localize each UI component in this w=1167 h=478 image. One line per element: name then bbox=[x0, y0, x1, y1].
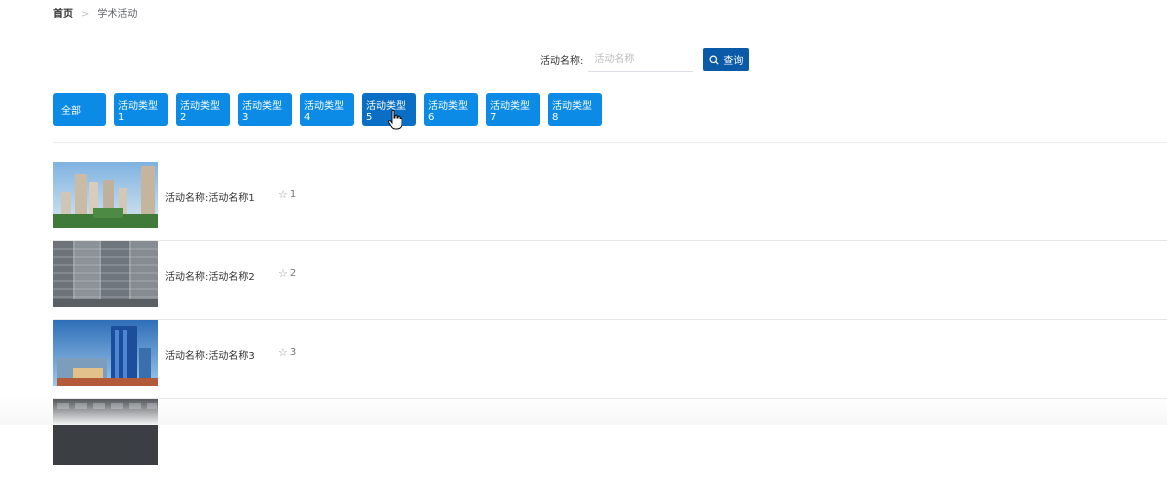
activity-thumbnail[interactable] bbox=[53, 241, 158, 307]
tab-label: 活动类型2 bbox=[180, 100, 220, 123]
activity-type-tabs: 全部 活动类型1 活动类型2 活动类型3 活动类型4 活动类型5 活动类型6 活… bbox=[53, 93, 602, 126]
breadcrumb-separator: > bbox=[81, 9, 90, 20]
search-icon bbox=[709, 55, 719, 65]
favorite-count[interactable]: ☆ 2 bbox=[278, 267, 296, 280]
tab-label: 全部 bbox=[61, 106, 81, 117]
favorite-count[interactable]: ☆ 1 bbox=[278, 188, 296, 201]
list-item[interactable] bbox=[53, 399, 1167, 478]
tab-label: 活动类型6 bbox=[428, 100, 468, 123]
hand-pointer-icon bbox=[388, 110, 402, 130]
activity-name[interactable]: 活动名称:活动名称1 bbox=[165, 189, 270, 204]
activity-thumbnail[interactable] bbox=[53, 399, 158, 465]
tab-label: 活动类型7 bbox=[490, 100, 530, 123]
tab-type-2[interactable]: 活动类型2 bbox=[176, 93, 230, 126]
breadcrumb-home[interactable]: 首页 bbox=[53, 8, 73, 22]
favorite-count-value: 2 bbox=[289, 268, 297, 279]
activity-name[interactable]: 活动名称:活动名称2 bbox=[165, 268, 270, 283]
search-input[interactable] bbox=[588, 47, 694, 72]
favorite-count-value: 3 bbox=[289, 347, 297, 358]
breadcrumb-current: 学术活动 bbox=[97, 9, 138, 20]
list-item[interactable]: 活动名称:活动名称1 ☆ 1 bbox=[53, 162, 1167, 241]
list-item[interactable]: 活动名称:活动名称2 ☆ 2 bbox=[53, 241, 1167, 320]
tab-type-1[interactable]: 活动类型1 bbox=[114, 93, 168, 126]
activity-name[interactable]: 活动名称:活动名称3 bbox=[165, 347, 270, 362]
favorite-count-value: 1 bbox=[289, 189, 297, 200]
activity-thumbnail[interactable] bbox=[53, 320, 158, 386]
tab-label: 活动类型3 bbox=[242, 100, 282, 123]
star-outline-icon: ☆ bbox=[278, 346, 288, 359]
activity-list: 活动名称:活动名称1 ☆ 1 活动名称:活动名称2 ☆ 2 活动名称:活动名称3… bbox=[53, 162, 1167, 478]
activity-thumbnail[interactable] bbox=[53, 162, 158, 228]
tab-type-8[interactable]: 活动类型8 bbox=[548, 93, 602, 126]
search-row: 活动名称: 查询 bbox=[540, 47, 750, 72]
search-button-label: 查询 bbox=[723, 56, 744, 67]
search-button[interactable]: 查询 bbox=[703, 48, 750, 71]
tab-type-3[interactable]: 活动类型3 bbox=[238, 93, 292, 126]
tab-label: 活动类型1 bbox=[118, 100, 158, 123]
breadcrumb: 首页 > 学术活动 bbox=[53, 8, 137, 22]
search-label: 活动名称: bbox=[540, 56, 584, 67]
tab-label: 活动类型4 bbox=[304, 100, 344, 123]
tab-label: 活动类型8 bbox=[552, 100, 592, 123]
favorite-count[interactable]: ☆ 3 bbox=[278, 346, 296, 359]
tab-type-6[interactable]: 活动类型6 bbox=[424, 93, 478, 126]
tab-all[interactable]: 全部 bbox=[53, 93, 106, 126]
tab-type-4[interactable]: 活动类型4 bbox=[300, 93, 354, 126]
divider bbox=[53, 142, 1167, 143]
star-outline-icon: ☆ bbox=[278, 267, 288, 280]
tab-type-7[interactable]: 活动类型7 bbox=[486, 93, 540, 126]
star-outline-icon: ☆ bbox=[278, 188, 288, 201]
list-item[interactable]: 活动名称:活动名称3 ☆ 3 bbox=[53, 320, 1167, 399]
